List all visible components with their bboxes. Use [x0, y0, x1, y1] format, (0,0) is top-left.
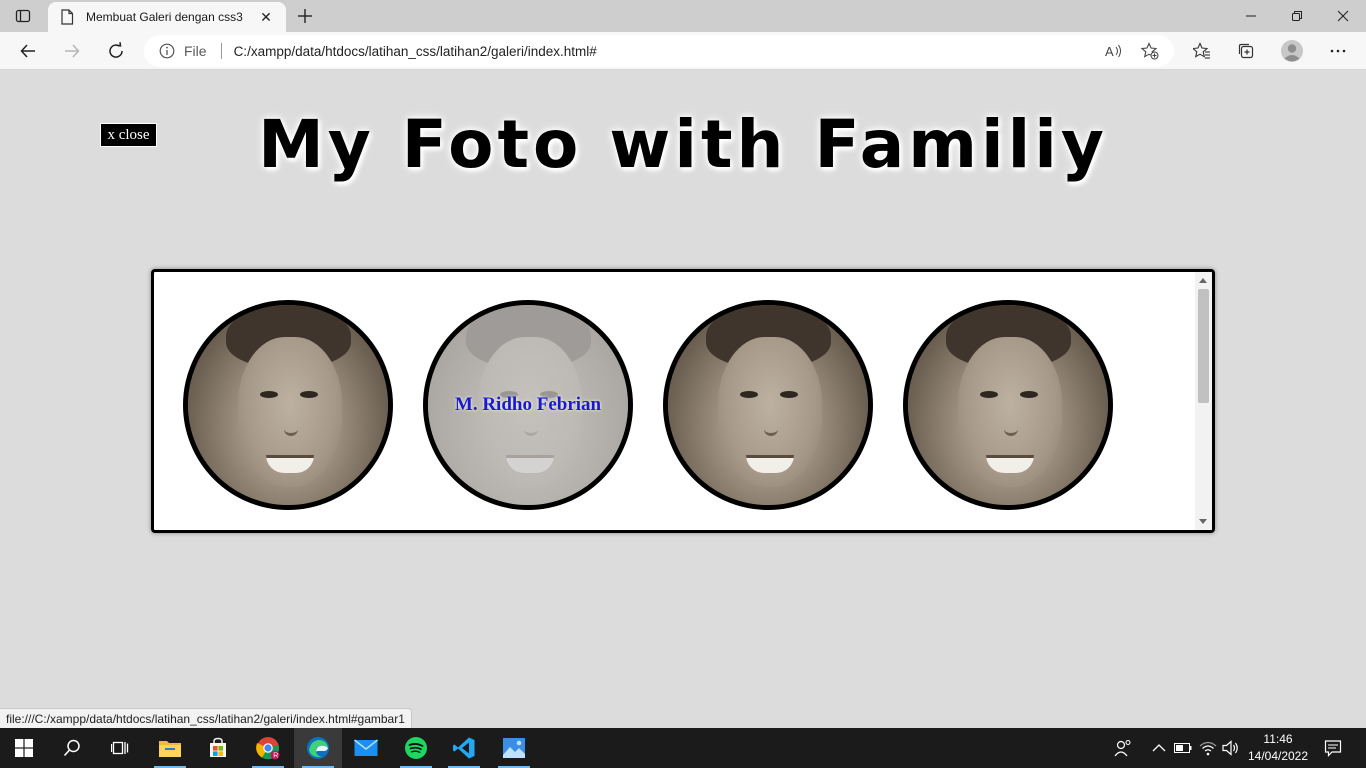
browser-tab-active[interactable]: Membuat Galeri dengan css3 ✕ — [48, 2, 286, 32]
task-view-button[interactable] — [96, 728, 144, 768]
document-icon — [58, 8, 76, 26]
windows-taskbar: R 11:46 14/04/2022 — [0, 728, 1366, 768]
taskbar-file-explorer[interactable] — [146, 728, 194, 768]
address-separator — [220, 43, 222, 59]
scroll-down-arrow-icon[interactable] — [1199, 519, 1207, 524]
photo-caption — [668, 305, 868, 505]
notification-icon — [1324, 740, 1342, 757]
plus-icon — [298, 9, 312, 23]
svg-text:R: R — [273, 753, 278, 760]
refresh-icon — [109, 42, 123, 58]
info-icon[interactable] — [158, 42, 176, 60]
start-icon — [15, 739, 33, 757]
search-icon — [63, 739, 80, 757]
address-bar-actions: A — [1096, 35, 1168, 67]
tab-title: Membuat Galeri dengan css3 — [86, 10, 243, 24]
clock-date: 14/04/2022 — [1247, 749, 1309, 763]
file-explorer-icon — [159, 741, 181, 757]
mail-icon — [354, 739, 378, 756]
taskbar-mail[interactable] — [342, 728, 390, 768]
restore-icon — [1292, 11, 1302, 21]
vscode-icon — [453, 737, 475, 759]
web-page: x close My Foto with Familiy M. Ridho Fe… — [0, 70, 1366, 728]
search-button[interactable] — [48, 728, 96, 768]
gallery-scrollbar[interactable] — [1195, 272, 1212, 530]
tab-close-icon[interactable]: ✕ — [256, 7, 276, 27]
profile-button[interactable] — [1276, 35, 1308, 67]
address-bar[interactable]: File C:/xampp/data/htdocs/latihan_css/la… — [144, 35, 1174, 67]
favorites-button[interactable] — [1186, 35, 1218, 67]
favorites-icon — [1193, 42, 1210, 59]
battery-icon[interactable] — [1172, 728, 1194, 768]
minimize-icon — [1246, 15, 1256, 17]
browser-title-bar: Membuat Galeri dengan css3 ✕ — [0, 0, 1366, 32]
address-url[interactable]: C:/xampp/data/htdocs/latihan_css/latihan… — [234, 44, 597, 59]
collections-icon — [1238, 43, 1254, 59]
photos-icon — [503, 738, 525, 758]
wifi-icon[interactable] — [1196, 728, 1220, 768]
browser-toolbar: File C:/xampp/data/htdocs/latihan_css/la… — [0, 32, 1366, 70]
start-button[interactable] — [0, 728, 48, 768]
scroll-up-arrow-icon[interactable] — [1199, 278, 1207, 283]
avatar-icon — [1281, 40, 1303, 62]
tab-actions-button[interactable] — [0, 0, 46, 32]
taskbar-microsoft-store[interactable] — [194, 728, 242, 768]
close-icon — [1337, 10, 1349, 22]
link-status-bar: file:///C:/xampp/data/htdocs/latihan_css… — [0, 708, 412, 728]
microsoft-store-icon — [210, 737, 226, 757]
read-aloud-icon[interactable]: A — [1096, 35, 1132, 67]
close-window-button[interactable] — [1320, 0, 1366, 32]
back-button[interactable] — [12, 35, 44, 67]
taskbar-vscode[interactable] — [440, 728, 488, 768]
show-hidden-icons-chevron-icon[interactable] — [1148, 728, 1170, 768]
back-arrow-icon — [20, 44, 35, 58]
chrome-icon: R — [256, 737, 280, 760]
edge-icon — [307, 737, 329, 759]
minimize-button[interactable] — [1228, 0, 1274, 32]
gallery-photo-2[interactable]: M. Ridho Febrian — [423, 300, 633, 510]
add-favorite-icon[interactable] — [1132, 35, 1168, 67]
taskbar-spotify[interactable] — [392, 728, 440, 768]
forward-button[interactable] — [56, 35, 88, 67]
taskbar-edge[interactable] — [294, 728, 342, 768]
tab-actions-icon — [15, 9, 31, 23]
forward-arrow-icon — [65, 44, 80, 58]
photo-caption: M. Ridho Febrian — [454, 394, 602, 415]
svg-text:A: A — [1105, 44, 1114, 59]
taskbar-photos[interactable] — [490, 728, 538, 768]
taskbar-clock[interactable]: 11:46 14/04/2022 — [1240, 731, 1316, 765]
scrollbar-thumb[interactable] — [1198, 289, 1209, 403]
more-options-icon — [1330, 49, 1346, 53]
volume-icon[interactable] — [1220, 728, 1242, 768]
gallery-photo-1[interactable] — [183, 300, 393, 510]
clock-time: 11:46 — [1263, 732, 1293, 746]
new-tab-button[interactable] — [292, 4, 318, 28]
notifications-button[interactable] — [1318, 728, 1348, 768]
gallery-photo-4[interactable] — [903, 300, 1113, 510]
settings-menu-button[interactable] — [1322, 35, 1354, 67]
address-scheme-label: File — [184, 43, 207, 59]
photo-caption — [908, 305, 1108, 505]
restore-button[interactable] — [1274, 0, 1320, 32]
taskbar-chrome[interactable]: R — [244, 728, 292, 768]
photo-caption — [188, 305, 388, 505]
people-icon[interactable] — [1110, 728, 1136, 768]
task-view-icon — [111, 741, 129, 755]
page-title: My Foto with Familiy — [258, 106, 1108, 183]
spotify-icon — [405, 737, 427, 759]
photo-gallery[interactable]: M. Ridho Febrian — [151, 269, 1215, 533]
gallery-photo-3[interactable] — [663, 300, 873, 510]
refresh-button[interactable] — [100, 35, 132, 67]
collections-button[interactable] — [1230, 35, 1262, 67]
